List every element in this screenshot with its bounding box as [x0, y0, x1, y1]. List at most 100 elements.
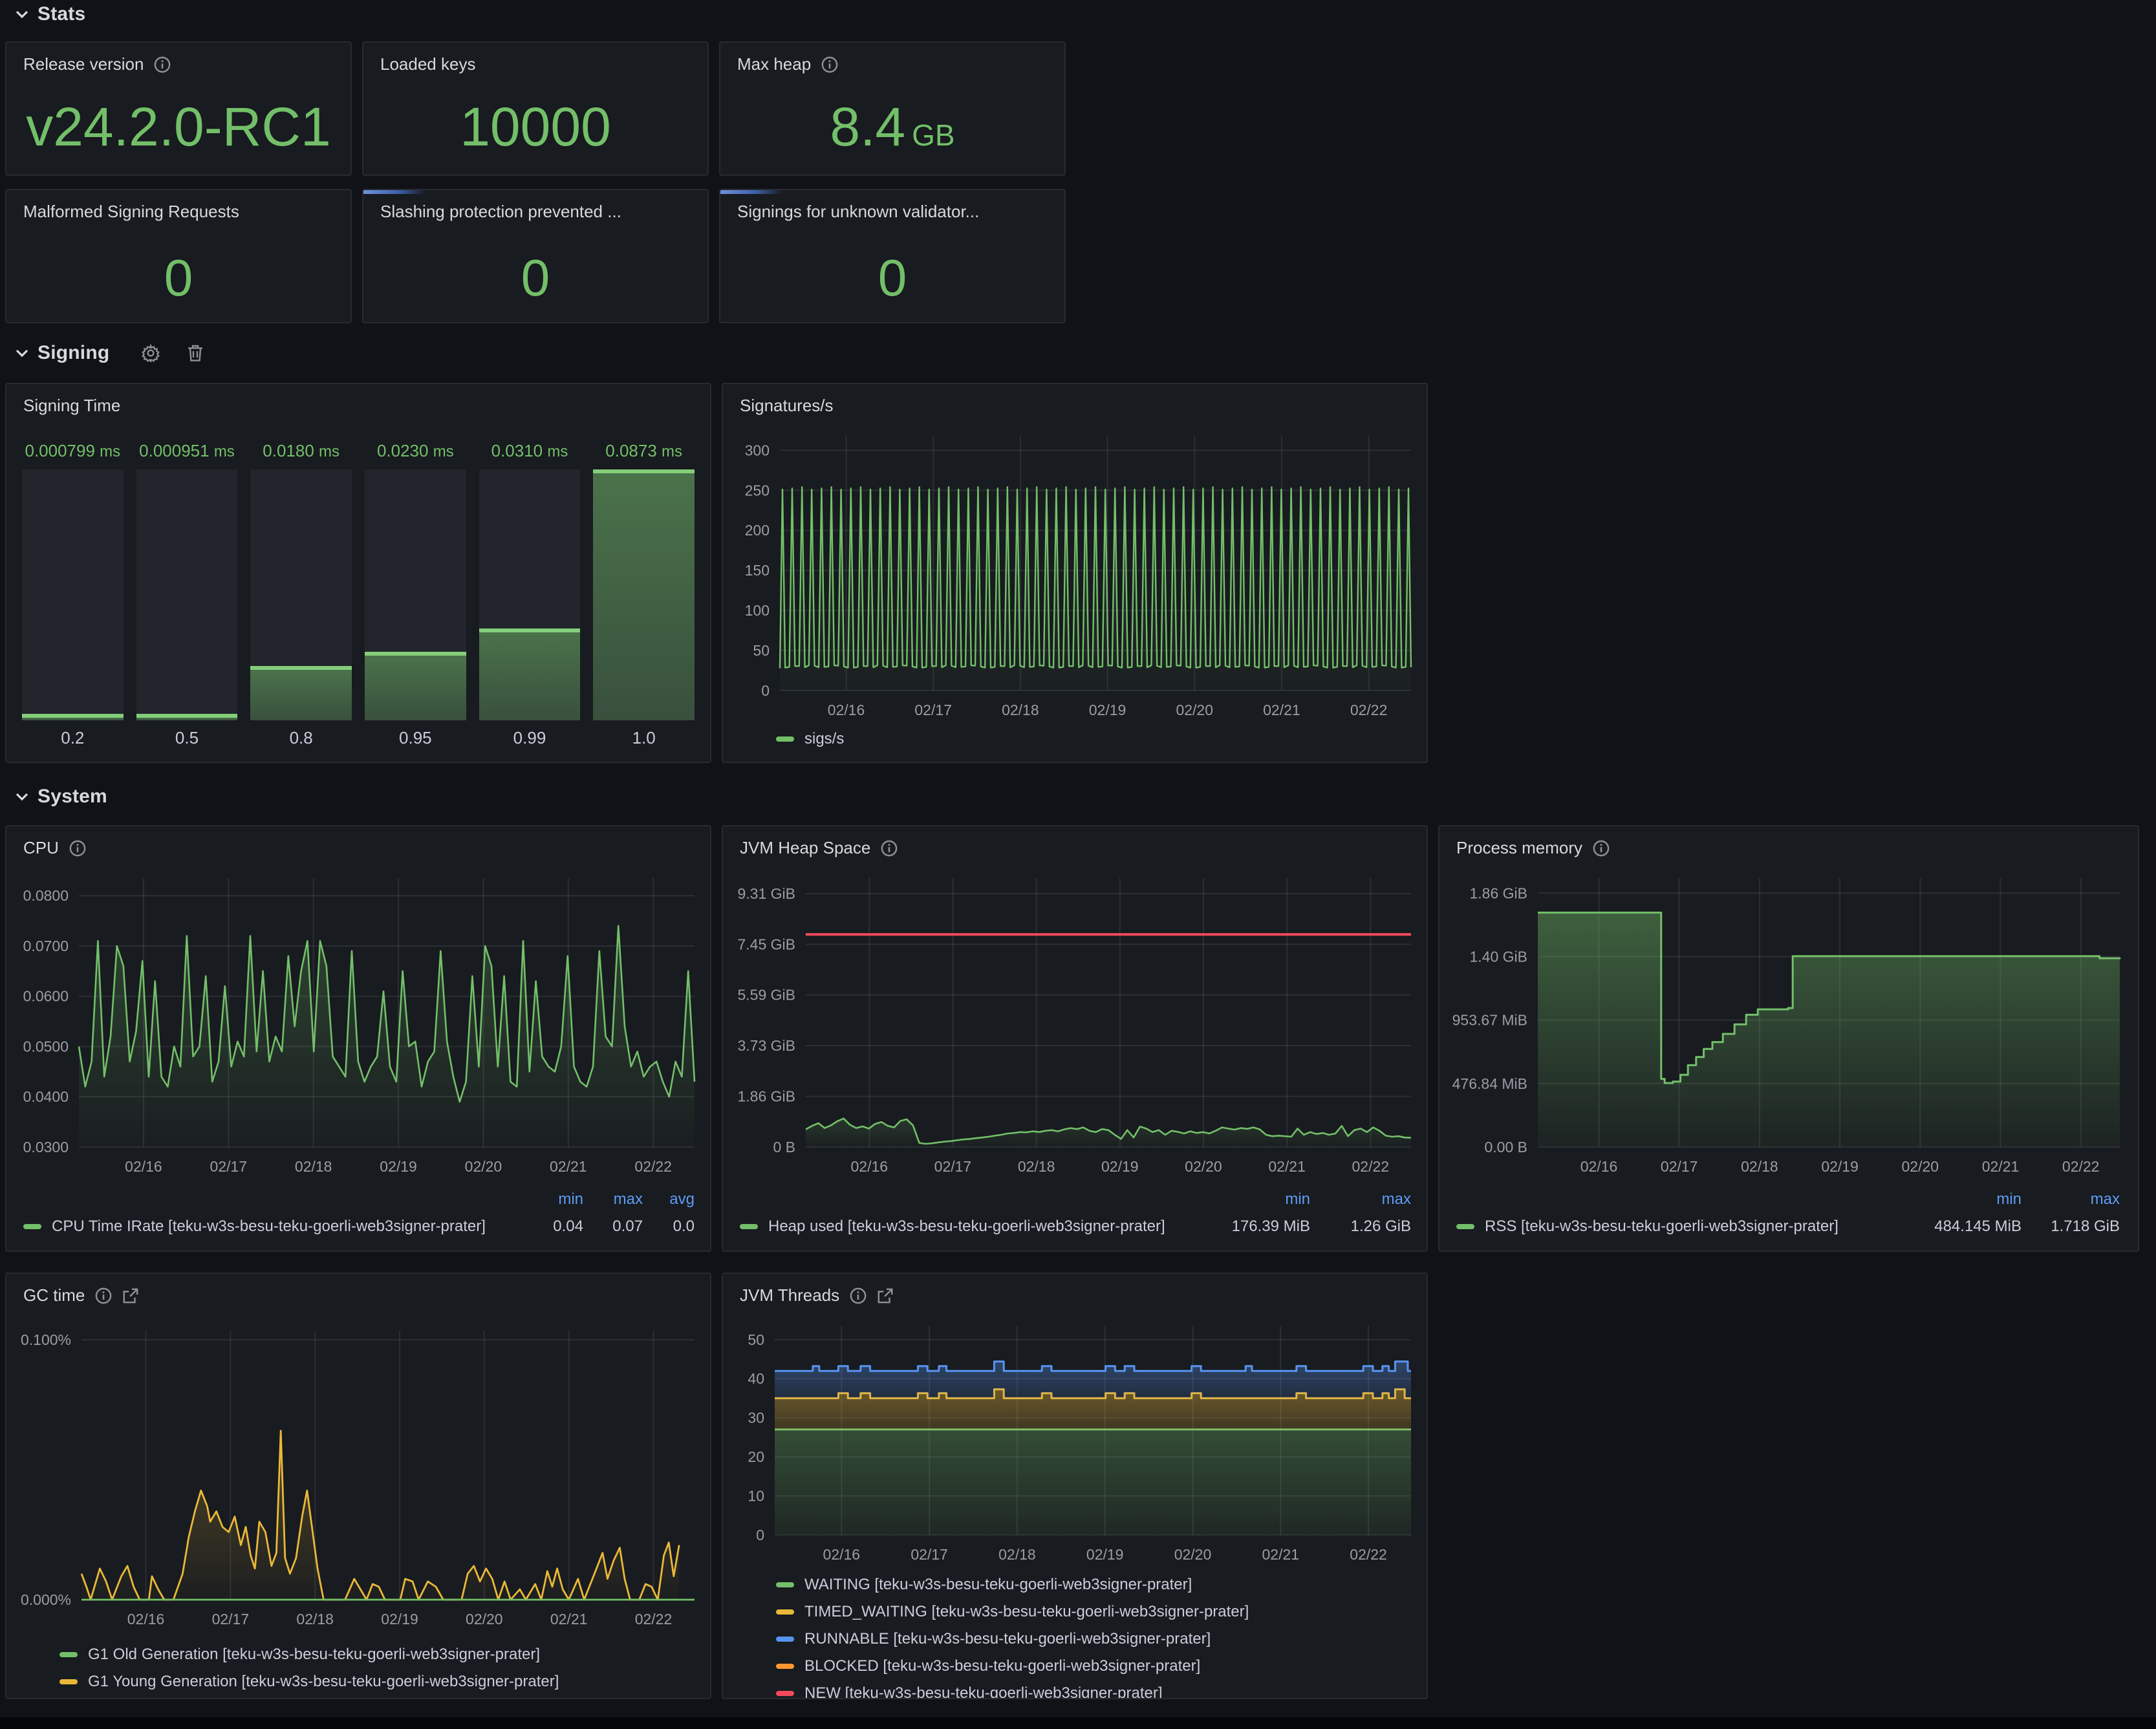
legend-item[interactable]: NEW [teku-w3s-besu-teku-goerli-web3signe… — [740, 1680, 1411, 1699]
legend-header-row: min max avg — [23, 1186, 695, 1213]
legend-col-max[interactable]: max — [1310, 1190, 1411, 1208]
bar-track — [479, 469, 581, 720]
panel-title[interactable]: Malformed Signing Requests — [23, 202, 239, 222]
panel-title[interactable]: Process memory — [1456, 838, 1610, 858]
panel-title[interactable]: Max heap — [737, 54, 838, 74]
panel-title[interactable]: CPU — [23, 838, 86, 858]
legend-label[interactable]: BLOCKED [teku-w3s-besu-teku-goerli-web3s… — [804, 1657, 1411, 1675]
legend: min max RSS [teku-w3s-besu-teku-goerli-w… — [1456, 1186, 2139, 1240]
section-header-system[interactable]: System — [16, 784, 107, 810]
svg-text:02/19: 02/19 — [1086, 1546, 1124, 1563]
chevron-down-icon — [16, 792, 28, 801]
legend-item[interactable]: CPU Time IRate [teku-w3s-besu-teku-goerl… — [23, 1213, 695, 1240]
legend-min-value: 484.145 MiB — [1897, 1218, 2021, 1236]
panel-title-text: Process memory — [1456, 838, 1582, 858]
gear-icon[interactable] — [142, 344, 160, 362]
section-header-stats[interactable]: Stats — [16, 1, 85, 27]
legend-label[interactable]: NEW [teku-w3s-besu-teku-goerli-web3signe… — [804, 1684, 1411, 1699]
legend-label[interactable]: G1 Old Generation [teku-w3s-besu-teku-go… — [88, 1646, 695, 1664]
legend-label[interactable]: Heap used [teku-w3s-besu-teku-goerli-web… — [768, 1218, 1181, 1236]
svg-text:9.31 GiB: 9.31 GiB — [738, 885, 796, 902]
info-icon[interactable] — [850, 1287, 867, 1304]
svg-text:02/18: 02/18 — [1741, 1158, 1778, 1175]
legend-item[interactable]: RUNNABLE [teku-w3s-besu-teku-goerli-web3… — [740, 1626, 1411, 1653]
panel-title[interactable]: JVM Threads — [740, 1285, 894, 1305]
trash-icon[interactable] — [187, 344, 204, 362]
legend-label[interactable]: WAITING [teku-w3s-besu-teku-goerli-web3s… — [804, 1576, 1411, 1594]
section-header-signing[interactable]: Signing — [16, 340, 204, 366]
chart-panel-cpu: CPU 0.03000.04000.05000.06000.07000.0800… — [5, 825, 711, 1252]
info-icon[interactable] — [1593, 840, 1610, 857]
info-icon[interactable] — [881, 840, 898, 857]
svg-text:02/16: 02/16 — [823, 1546, 861, 1563]
svg-text:02/20: 02/20 — [1176, 702, 1213, 718]
legend: sigs/s — [740, 725, 1411, 753]
series-swatch — [776, 1664, 794, 1669]
legend-item[interactable]: G1 Old Generation [teku-w3s-besu-teku-go… — [23, 1641, 695, 1668]
series-swatch — [59, 1652, 78, 1657]
info-icon[interactable] — [95, 1287, 112, 1304]
panel-title[interactable]: Loaded keys — [380, 54, 475, 74]
legend-label[interactable]: RUNNABLE [teku-w3s-besu-teku-goerli-web3… — [804, 1630, 1411, 1648]
bar-cap — [479, 628, 581, 632]
legend-col-min[interactable]: min — [1181, 1190, 1310, 1208]
info-icon[interactable] — [154, 56, 171, 73]
panel-title[interactable]: Signatures/s — [740, 396, 834, 416]
svg-text:200: 200 — [745, 522, 770, 539]
panel-title[interactable]: GC time — [23, 1285, 139, 1305]
legend-col-min[interactable]: min — [1897, 1190, 2021, 1208]
panel-title[interactable]: JVM Heap Space — [740, 838, 898, 858]
panel-title-text: JVM Threads — [740, 1285, 839, 1305]
legend-item[interactable]: G1 Young Generation [teku-w3s-besu-teku-… — [23, 1668, 695, 1695]
section-title: Stats — [38, 3, 85, 25]
legend-label[interactable]: TIMED_WAITING [teku-w3s-besu-teku-goerli… — [804, 1603, 1411, 1621]
bar-gauge-bar: 0.0230 ms0.95 — [365, 436, 466, 751]
legend-item[interactable]: TIMED_WAITING [teku-w3s-besu-teku-goerli… — [740, 1598, 1411, 1626]
legend-col-avg[interactable]: avg — [643, 1190, 695, 1208]
panel-title[interactable]: Signing Time — [23, 396, 120, 416]
svg-text:7.45 GiB: 7.45 GiB — [738, 936, 796, 952]
legend-item[interactable]: Heap used [teku-w3s-besu-teku-goerli-web… — [740, 1213, 1411, 1240]
legend-col-max[interactable]: max — [2021, 1190, 2120, 1208]
external-link-icon[interactable] — [122, 1287, 139, 1304]
panel-title[interactable]: Slashing protection prevented ... — [380, 202, 621, 222]
bar-track — [365, 469, 466, 720]
legend-item[interactable]: WAITING [teku-w3s-besu-teku-goerli-web3s… — [740, 1571, 1411, 1598]
svg-text:02/16: 02/16 — [127, 1611, 165, 1627]
panel-loading-indicator — [363, 190, 426, 194]
legend-min-value: 0.04 — [524, 1218, 583, 1236]
svg-text:0: 0 — [756, 1527, 764, 1543]
legend-col-min[interactable]: min — [524, 1190, 583, 1208]
external-link-icon[interactable] — [877, 1287, 894, 1304]
legend-label[interactable]: sigs/s — [804, 730, 1411, 748]
legend-item[interactable]: sigs/s — [740, 725, 1411, 753]
panel-title[interactable]: Release version — [23, 54, 171, 74]
panel-title-text: Malformed Signing Requests — [23, 202, 239, 222]
timeseries-plot: 05010015020025030002/1602/1702/1802/1902… — [723, 384, 1428, 763]
svg-text:10: 10 — [748, 1488, 764, 1505]
info-icon[interactable] — [821, 56, 838, 73]
bar-fill — [593, 473, 695, 720]
svg-text:02/20: 02/20 — [1185, 1158, 1222, 1175]
legend-label[interactable]: G1 Young Generation [teku-w3s-besu-teku-… — [88, 1673, 695, 1691]
svg-text:0: 0 — [761, 682, 770, 699]
legend-label[interactable]: CPU Time IRate [teku-w3s-besu-teku-goerl… — [52, 1218, 524, 1236]
bar-category-label: 0.8 — [250, 728, 352, 748]
legend-col-max[interactable]: max — [583, 1190, 643, 1208]
svg-text:150: 150 — [745, 562, 770, 579]
stat-panel-malformed-requests: Malformed Signing Requests 0 — [5, 189, 352, 323]
panel-title[interactable]: Signings for unknown validator... — [737, 202, 979, 222]
bar-fill — [479, 632, 581, 720]
legend-label[interactable]: RSS [teku-w3s-besu-teku-goerli-web3signe… — [1485, 1218, 1897, 1236]
info-icon[interactable] — [69, 840, 86, 857]
bar-fill — [22, 718, 124, 720]
bar-value: 0.0230 ms — [365, 441, 466, 461]
svg-text:02/20: 02/20 — [465, 1158, 502, 1175]
panel-title-text: GC time — [23, 1285, 85, 1305]
panel-title-text: JVM Heap Space — [740, 838, 870, 858]
panel-title-text: Slashing protection prevented ... — [380, 202, 621, 222]
legend-item[interactable]: BLOCKED [teku-w3s-besu-teku-goerli-web3s… — [740, 1653, 1411, 1680]
series-swatch — [776, 1609, 794, 1615]
legend-item[interactable]: RSS [teku-w3s-besu-teku-goerli-web3signe… — [1456, 1213, 2139, 1240]
svg-text:02/16: 02/16 — [828, 702, 865, 718]
